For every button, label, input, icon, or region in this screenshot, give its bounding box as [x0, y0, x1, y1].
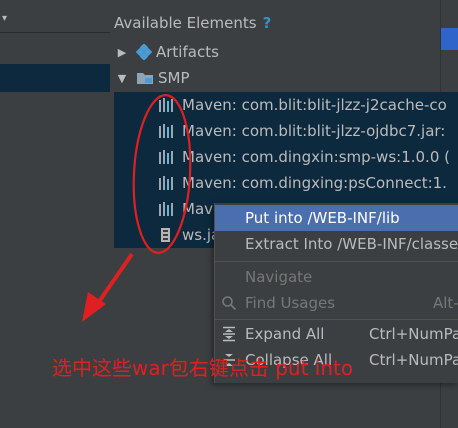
library-icon — [158, 201, 176, 217]
list-item[interactable]: Maven: com.dingxing:psConnect:1. — [158, 170, 447, 196]
panel-header: Available Elements ? — [114, 13, 271, 33]
tree-node-label: SMP — [158, 69, 190, 87]
artifacts-icon — [136, 44, 152, 60]
chevron-down-icon[interactable]: ▾ — [2, 14, 12, 24]
list-item[interactable]: Maven: com.blit:blit-jlzz-ojdbc7.jar: — [158, 118, 445, 144]
tree-node-artifacts[interactable]: ▶ Artifacts — [114, 39, 219, 65]
list-item-label: Maven: com.blit:blit-jlzz-j2cache-co — [182, 96, 447, 114]
menu-item-extract-into-classes[interactable]: Extract Into /WEB-INF/classes — [215, 231, 458, 257]
library-icon — [158, 97, 176, 113]
menu-item-shortcut: Alt- — [433, 294, 458, 312]
menu-item-shortcut: Ctrl+NumPa — [369, 351, 458, 369]
menu-item-navigate[interactable]: Navigate — [215, 264, 458, 290]
library-icon — [158, 149, 176, 165]
list-item[interactable]: Mave — [158, 196, 222, 222]
tree-node-label: Artifacts — [156, 43, 219, 61]
right-edge-selection — [441, 28, 458, 50]
menu-separator — [215, 319, 458, 320]
search-icon — [221, 295, 237, 311]
menu-item-label: Put into /WEB-INF/lib — [245, 209, 400, 227]
menu-item-expand-all[interactable]: Expand All Ctrl+NumPa — [215, 321, 458, 347]
list-item[interactable]: Maven: com.dingxin:smp-ws:1.0.0 ( — [158, 144, 450, 170]
list-item-label: Maven: com.blit:blit-jlzz-ojdbc7.jar: — [182, 122, 446, 140]
chevron-right-icon[interactable]: ▶ — [114, 46, 130, 59]
jar-icon — [158, 227, 176, 243]
module-folder-icon — [136, 71, 154, 85]
menu-item-label: Extract Into /WEB-INF/classes — [245, 235, 458, 253]
library-icon — [158, 175, 176, 191]
list-item-label: Maven: com.dingxing:psConnect:1. — [182, 174, 447, 192]
menu-item-shortcut: Ctrl+NumPa — [369, 325, 458, 343]
help-icon[interactable]: ? — [263, 14, 272, 32]
panel-title: Available Elements — [114, 14, 257, 32]
menu-separator — [215, 261, 458, 262]
expand-all-icon — [221, 326, 237, 342]
list-item[interactable]: Maven: com.blit:blit-jlzz-j2cache-co — [158, 92, 447, 118]
left-selected-row[interactable] — [0, 64, 110, 92]
tree-node-smp[interactable]: ▼ SMP — [114, 65, 190, 91]
list-item-label: Maven: com.dingxin:smp-ws:1.0.0 ( — [182, 148, 450, 166]
chevron-down-icon[interactable]: ▼ — [114, 72, 130, 85]
menu-item-label: Find Usages — [245, 294, 336, 312]
menu-item-label: Navigate — [245, 268, 313, 286]
menu-item-put-into-lib[interactable]: Put into /WEB-INF/lib — [215, 205, 458, 231]
menu-item-find-usages[interactable]: Find Usages Alt- — [215, 290, 458, 316]
menu-item-label: Expand All — [245, 325, 325, 343]
list-item[interactable]: ws.ja — [158, 222, 220, 248]
left-divider — [0, 32, 110, 33]
annotation-text: 选中这些war包右键点击 put into — [52, 356, 354, 380]
library-icon — [158, 123, 176, 139]
